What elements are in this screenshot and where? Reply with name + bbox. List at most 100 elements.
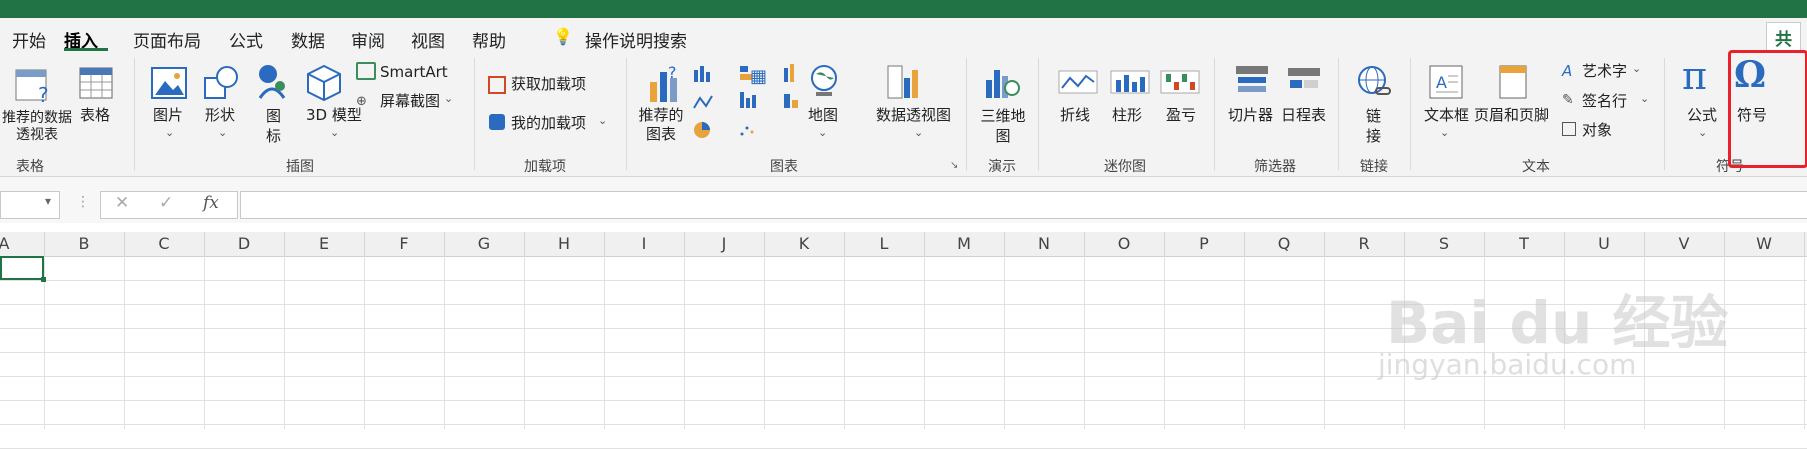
column-header-e[interactable]: E [284,232,365,256]
column-header-n[interactable]: N [1004,232,1085,256]
grid-column-line [1244,256,1245,429]
column-header-j[interactable]: J [684,232,765,256]
tell-me-search[interactable]: 操作说明搜索 [585,27,687,52]
column-header-g[interactable]: G [444,232,525,256]
grid-column-line [1004,256,1005,429]
icons-button[interactable]: 图标 [266,106,286,146]
pivot-chart-button[interactable]: 数据透视图 [876,106,951,125]
grid-column-line [124,256,125,429]
tab-data[interactable]: 数据 [291,27,325,52]
sparkline-column-button[interactable]: 柱形 [1112,106,1142,125]
link-button[interactable]: 链接 [1366,106,1384,146]
tab-page-layout[interactable]: 页面布局 [133,27,201,52]
group-label-tables: 表格 [16,159,44,175]
chevron-down-icon: ⌄ [914,126,924,139]
formula-input[interactable] [240,191,1807,219]
screenshot-button[interactable]: 屏幕截图 [380,92,440,111]
group-label-filters: 筛选器 [1254,159,1296,175]
selected-cell[interactable] [0,256,44,280]
column-header-l[interactable]: L [844,232,925,256]
object-button[interactable]: 对象 [1582,121,1612,140]
chevron-down-icon: ⌄ [1698,126,1708,139]
column-header-k[interactable]: K [764,232,845,256]
group-label-text: 文本 [1522,159,1550,175]
column-header-t[interactable]: T [1484,232,1565,256]
group-label-sparklines: 迷你图 [1104,159,1146,175]
group-label-tours: 演示 [988,159,1016,175]
shapes-button[interactable]: 形状 [205,106,235,125]
tab-formulas[interactable]: 公式 [229,27,263,52]
smartart-button[interactable]: SmartArt [380,63,448,82]
sparkline-line-button[interactable]: 折线 [1060,106,1090,125]
divider [134,58,135,170]
column-header-o[interactable]: O [1084,232,1165,256]
equation-pi-icon: π [1682,54,1707,98]
3d-models-button[interactable]: 3D 模型 [306,106,362,125]
tab-review[interactable]: 审阅 [351,27,385,52]
column-header-r[interactable]: R [1324,232,1405,256]
wordart-icon: A [1562,62,1573,80]
column-header-w[interactable]: W [1724,232,1805,256]
tab-home[interactable]: 开始 [12,27,46,52]
column-header-i[interactable]: I [604,232,685,256]
link-icon [1358,66,1391,95]
column-header-b[interactable]: B [44,232,125,256]
column-header-s[interactable]: S [1404,232,1485,256]
dialog-launcher-icon[interactable]: ↘ [950,160,958,171]
group-label-addins: 加载项 [524,159,566,175]
column-header-a[interactable]: A [0,232,45,256]
divider [1410,58,1411,170]
signature-line-button[interactable]: 签名行 [1582,92,1627,111]
lightbulb-icon: 💡 [553,27,573,46]
table-button[interactable]: 表格 [80,106,110,125]
shapes-icon [204,66,238,99]
wordart-button[interactable]: 艺术字 [1582,62,1627,81]
column-header-c[interactable]: C [124,232,205,256]
timeline-button[interactable]: 日程表 [1281,106,1326,125]
header-footer-button[interactable]: 页眉和页脚 [1474,106,1549,125]
chevron-down-icon: ⌄ [818,126,828,139]
tab-help[interactable]: 帮助 [472,27,506,52]
get-addins-button[interactable]: 获取加载项 [511,75,586,94]
recommended-charts-button[interactable]: 推荐的图表 [636,106,686,144]
grid-column-line [764,256,765,429]
grid-column-line [524,256,525,429]
grid-column-line [844,256,845,429]
divider [1338,58,1339,170]
object-icon [1562,122,1576,136]
column-header-u[interactable]: U [1564,232,1645,256]
slicer-icon [1236,66,1268,92]
slicer-button[interactable]: 切片器 [1228,106,1273,125]
share-button[interactable]: 共 [1766,22,1801,53]
tab-view[interactable]: 视图 [411,27,445,52]
equation-button[interactable]: 公式 [1687,106,1717,125]
grid-row-line [0,424,1807,425]
name-box[interactable]: ▾ [0,191,60,219]
group-label-charts: 图表 [770,159,798,175]
3d-map-button[interactable]: 三维地图 [978,106,1028,146]
hierarchy-chart-icon: ▦ [750,66,768,87]
smartart-icon [356,62,376,80]
column-header-p[interactable]: P [1164,232,1245,256]
cancel-icon[interactable]: ✕ [115,193,129,213]
column-header-q[interactable]: Q [1244,232,1325,256]
sparkline-winloss-button[interactable]: 盈亏 [1166,106,1196,125]
pictures-button[interactable]: 图片 [153,106,183,125]
grid-column-line [684,256,685,429]
recommended-pivot-table-button[interactable]: 推荐的数据透视表 [2,110,72,144]
enter-icon[interactable]: ✓ [159,193,173,213]
column-header-d[interactable]: D [204,232,285,256]
maps-button[interactable]: 地图 [808,106,838,125]
svg-text:A: A [1436,73,1447,92]
grid-column-line [284,256,285,429]
insert-function-icon[interactable]: fx [203,193,219,213]
column-header-f[interactable]: F [364,232,445,256]
textbox-button[interactable]: 文本框 [1424,106,1469,125]
svg-text:?: ? [38,83,49,106]
column-header-h[interactable]: H [524,232,605,256]
my-addins-button[interactable]: 我的加载项 [511,114,586,133]
active-tab-indicator [64,48,108,51]
column-header-v[interactable]: V [1644,232,1725,256]
column-header-m[interactable]: M [924,232,1005,256]
fill-handle[interactable] [41,277,46,282]
